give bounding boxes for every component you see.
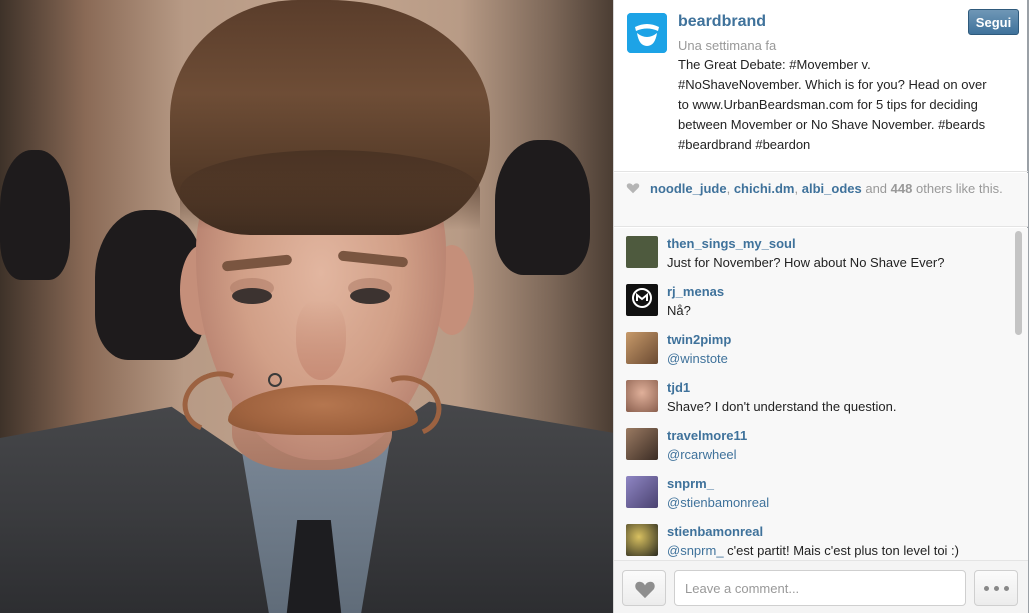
likes-suffix: others like this. <box>916 181 1003 196</box>
post-header: beardbrand Segui Una settimana fa The Gr… <box>614 0 1028 172</box>
comment-text: Just for November? How about No Shave Ev… <box>667 255 945 270</box>
comment-username[interactable]: stienbamonreal <box>667 524 763 539</box>
comment-item: rj_menas Nå? <box>626 276 1006 320</box>
likes-summary: noodle_jude, chichi.dm, albi_odes and 44… <box>614 173 1028 227</box>
photo-nose <box>296 300 346 380</box>
comment-mention[interactable]: @rcarwheel <box>667 447 737 462</box>
caption-line: #NoShaveNovember. Which is for you? Head… <box>678 77 987 92</box>
likes-separator: , <box>726 181 731 196</box>
scrollbar-thumb[interactable] <box>1015 231 1022 335</box>
comments-scrollbar[interactable] <box>1014 231 1023 557</box>
comment-mention[interactable]: @stienbamonreal <box>667 495 769 510</box>
photo-eye-left <box>232 288 272 304</box>
comment-username[interactable]: rj_menas <box>667 284 724 299</box>
author-avatar[interactable] <box>627 13 667 53</box>
photo-nose-ring <box>268 373 282 387</box>
heart-icon <box>626 183 640 194</box>
comment-avatar[interactable] <box>626 236 658 268</box>
liker-username[interactable]: noodle_jude <box>650 181 727 196</box>
comment-item: snprm_ @stienbamonreal <box>626 468 1006 512</box>
comment-avatar[interactable] <box>626 284 658 316</box>
follow-button[interactable]: Segui <box>968 9 1019 35</box>
likes-text: noodle_jude, chichi.dm, albi_odes and 44… <box>650 181 1020 197</box>
ellipsis-icon <box>984 586 1009 591</box>
comment-avatar[interactable] <box>626 524 658 556</box>
likes-count: 448 <box>890 181 913 196</box>
caption-line: to www.UrbanBeardsman.com for 5 tips for… <box>678 97 978 112</box>
heart-icon <box>635 581 655 599</box>
comment-item: then_sings_my_soul Just for November? Ho… <box>626 228 1006 272</box>
comment-text: Nå? <box>667 303 691 318</box>
comment-username[interactable]: then_sings_my_soul <box>667 236 796 251</box>
caption-line: #beardbrand #beardon <box>678 137 811 152</box>
comment-mention[interactable]: @snprm_ <box>667 543 724 558</box>
more-options-button[interactable] <box>974 570 1018 606</box>
comment-username[interactable]: twin2pimp <box>667 332 731 347</box>
liker-username[interactable]: albi_odes <box>802 181 862 196</box>
comment-username[interactable]: travelmore11 <box>667 428 747 443</box>
photo-hairline <box>180 150 480 230</box>
caption-line: between Movember or No Shave November. #… <box>678 117 986 132</box>
liker-username[interactable]: chichi.dm <box>734 181 795 196</box>
comment-item: twin2pimp @winstote <box>626 324 1006 368</box>
post-timestamp: Una settimana fa <box>678 38 777 53</box>
post-details-panel: beardbrand Segui Una settimana fa The Gr… <box>613 0 1029 613</box>
comment-item: travelmore11 @rcarwheel <box>626 420 1006 464</box>
beardbrand-logo-icon <box>627 13 667 53</box>
comment-text-body: c'est partit! Mais c'est plus ton level … <box>723 543 959 558</box>
menas-logo-icon <box>632 288 652 308</box>
likes-separator: , <box>794 181 799 196</box>
comment-username[interactable]: tjd1 <box>667 380 690 395</box>
caption-line: The Great Debate: #Movember v. <box>678 57 871 72</box>
comment-username[interactable]: snprm_ <box>667 476 714 491</box>
likes-and: and <box>865 181 888 196</box>
comments-list[interactable]: then_sings_my_soul Just for November? Ho… <box>614 228 1028 560</box>
comment-item: tjd1 Shave? I don't understand the quest… <box>626 372 1006 416</box>
comment-avatar[interactable] <box>626 476 658 508</box>
comment-text: Shave? I don't understand the question. <box>667 399 897 414</box>
post-photo <box>0 0 613 613</box>
comment-bar <box>614 560 1028 613</box>
comment-avatar[interactable] <box>626 332 658 364</box>
post-caption: The Great Debate: #Movember v. #NoShaveN… <box>678 55 1018 155</box>
comment-mention[interactable]: @winstote <box>667 351 728 366</box>
photo-hat-right <box>495 140 590 275</box>
photo-eye-right <box>350 288 390 304</box>
comment-input[interactable] <box>674 570 966 606</box>
comment-text: @snprm_ c'est partit! Mais c'est plus to… <box>667 543 959 558</box>
comment-avatar[interactable] <box>626 428 658 460</box>
comment-item: stienbamonreal @snprm_ c'est partit! Mai… <box>626 516 1006 560</box>
photo-hat-left <box>0 150 70 280</box>
author-username[interactable]: beardbrand <box>678 13 766 31</box>
comment-avatar[interactable] <box>626 380 658 412</box>
like-button[interactable] <box>622 570 666 606</box>
